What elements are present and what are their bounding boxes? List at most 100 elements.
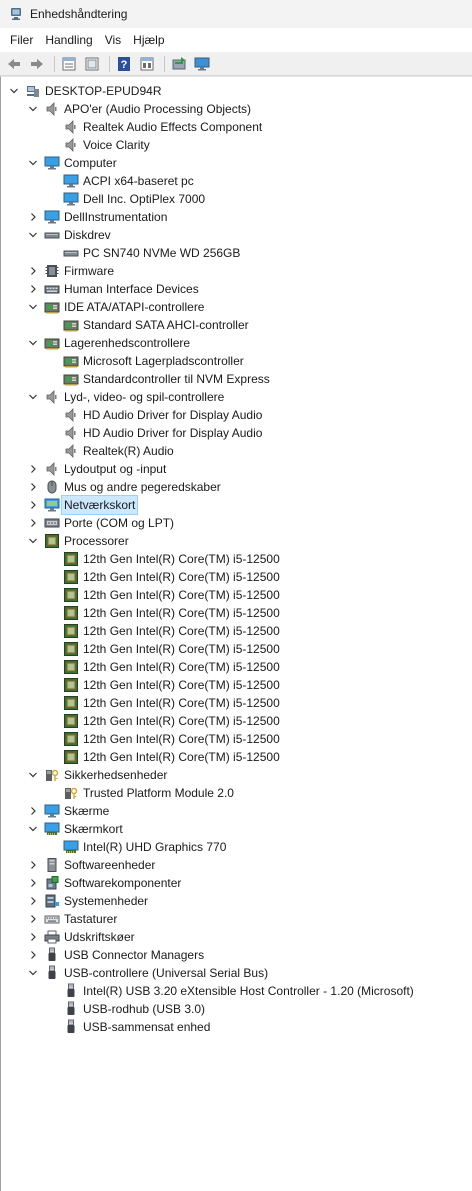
- chevron-down-icon[interactable]: [27, 100, 39, 118]
- tree-item-label: Dell Inc. OptiPlex 7000: [83, 192, 206, 206]
- tree-item[interactable]: Intel(R) UHD Graphics 770: [1, 838, 472, 856]
- tree-item[interactable]: PC SN740 NVMe WD 256GB: [1, 244, 472, 262]
- tree-item[interactable]: Systemenheder: [1, 892, 472, 910]
- tree-item[interactable]: Skærme: [1, 802, 472, 820]
- chevron-down-icon[interactable]: [27, 820, 39, 838]
- chevron-right-icon[interactable]: [27, 928, 39, 946]
- tree-item[interactable]: Sikkerhedsenheder: [1, 766, 472, 784]
- tree-item[interactable]: 12th Gen Intel(R) Core(TM) i5-12500: [1, 640, 472, 658]
- chevron-right-icon[interactable]: [27, 946, 39, 964]
- tree-item[interactable]: HD Audio Driver for Display Audio: [1, 424, 472, 442]
- tree-item[interactable]: Realtek Audio Effects Component: [1, 118, 472, 136]
- action-button[interactable]: [137, 54, 157, 74]
- tree-item[interactable]: Lagerenhedscontrollere: [1, 334, 472, 352]
- tree-item[interactable]: Porte (COM og LPT): [1, 514, 472, 532]
- tree-item-label: 12th Gen Intel(R) Core(TM) i5-12500: [83, 696, 280, 710]
- properties-icon: [62, 57, 76, 70]
- tree-item-label: Systemenheder: [64, 894, 149, 908]
- chevron-right-icon[interactable]: [27, 910, 39, 928]
- tree-item[interactable]: HD Audio Driver for Display Audio: [1, 406, 472, 424]
- menu-file[interactable]: Filer: [4, 28, 39, 52]
- tree-item[interactable]: DellInstrumentation: [1, 208, 472, 226]
- chevron-right-icon[interactable]: [27, 262, 39, 280]
- menu-view[interactable]: Vis: [99, 28, 127, 52]
- chevron-right-icon[interactable]: [27, 514, 39, 532]
- tree-item[interactable]: Diskdrev: [1, 226, 472, 244]
- menu-help[interactable]: Hjælp: [127, 28, 170, 52]
- toolbar-separator: [109, 55, 110, 72]
- tree-item[interactable]: 12th Gen Intel(R) Core(TM) i5-12500: [1, 658, 472, 676]
- tree-item[interactable]: 12th Gen Intel(R) Core(TM) i5-12500: [1, 694, 472, 712]
- chevron-down-icon[interactable]: [27, 334, 39, 352]
- chevron-right-icon[interactable]: [27, 892, 39, 910]
- chevron-right-icon[interactable]: [27, 280, 39, 298]
- tree-item[interactable]: 12th Gen Intel(R) Core(TM) i5-12500: [1, 622, 472, 640]
- tree-item[interactable]: 12th Gen Intel(R) Core(TM) i5-12500: [1, 748, 472, 766]
- chevron-down-icon[interactable]: [27, 766, 39, 784]
- chevron-right-icon[interactable]: [27, 460, 39, 478]
- tree-item[interactable]: 12th Gen Intel(R) Core(TM) i5-12500: [1, 586, 472, 604]
- back-button[interactable]: [4, 54, 24, 74]
- tree-item[interactable]: Softwareenheder: [1, 856, 472, 874]
- tree-item[interactable]: 12th Gen Intel(R) Core(TM) i5-12500: [1, 676, 472, 694]
- tree-item[interactable]: USB-rodhub (USB 3.0): [1, 1000, 472, 1018]
- tree-item[interactable]: 12th Gen Intel(R) Core(TM) i5-12500: [1, 712, 472, 730]
- tree-item[interactable]: Netværkskort: [1, 495, 472, 515]
- chevron-down-icon[interactable]: [8, 82, 20, 100]
- chevron-down-icon[interactable]: [27, 964, 39, 982]
- speaker-icon: [63, 443, 79, 459]
- chevron-right-icon[interactable]: [27, 874, 39, 892]
- tree-item[interactable]: APO'er (Audio Processing Objects): [1, 100, 472, 118]
- tree-item[interactable]: 12th Gen Intel(R) Core(TM) i5-12500: [1, 730, 472, 748]
- tree-item[interactable]: 12th Gen Intel(R) Core(TM) i5-12500: [1, 568, 472, 586]
- tree-item[interactable]: USB-sammensat enhed: [1, 1018, 472, 1036]
- chevron-down-icon[interactable]: [27, 154, 39, 172]
- tree-item[interactable]: USB-controllere (Universal Serial Bus): [1, 964, 472, 982]
- chevron-right-icon[interactable]: [27, 856, 39, 874]
- tree-item[interactable]: Lydoutput og -input: [1, 460, 472, 478]
- tree-item[interactable]: Softwarekomponenter: [1, 874, 472, 892]
- tree-item[interactable]: Voice Clarity: [1, 136, 472, 154]
- tree-item[interactable]: DESKTOP-EPUD94R: [1, 82, 472, 100]
- monitor-button[interactable]: [192, 54, 212, 74]
- forward-button[interactable]: [27, 54, 47, 74]
- tree-item[interactable]: Lyd-, video- og spil-controllere: [1, 388, 472, 406]
- device-tree[interactable]: DESKTOP-EPUD94R APO'er (Audio Processing …: [0, 76, 472, 1191]
- tree-item[interactable]: Standard SATA AHCI-controller: [1, 316, 472, 334]
- tree-item[interactable]: 12th Gen Intel(R) Core(TM) i5-12500: [1, 604, 472, 622]
- tree-item-label: Voice Clarity: [83, 138, 150, 152]
- tree-item[interactable]: Udskriftskøer: [1, 928, 472, 946]
- tree-item[interactable]: Standardcontroller til NVM Express: [1, 370, 472, 388]
- tree-item-label: Softwarekomponenter: [64, 876, 182, 890]
- tree-item-label: 12th Gen Intel(R) Core(TM) i5-12500: [83, 732, 280, 746]
- chevron-right-icon[interactable]: [27, 478, 39, 496]
- tree-item[interactable]: Tastaturer: [1, 910, 472, 928]
- help-button[interactable]: ?: [114, 54, 134, 74]
- tree-item[interactable]: Computer: [1, 154, 472, 172]
- tree-item[interactable]: IDE ATA/ATAPI-controllere: [1, 298, 472, 316]
- tree-item[interactable]: ACPI x64-baseret pc: [1, 172, 472, 190]
- tree-item[interactable]: Processorer: [1, 532, 472, 550]
- view-button[interactable]: [82, 54, 102, 74]
- chevron-right-icon[interactable]: [27, 496, 39, 514]
- tree-item[interactable]: Skærmkort: [1, 820, 472, 838]
- tree-item[interactable]: 12th Gen Intel(R) Core(TM) i5-12500: [1, 550, 472, 568]
- tree-item[interactable]: Realtek(R) Audio: [1, 442, 472, 460]
- chevron-right-icon[interactable]: [27, 208, 39, 226]
- scan-hardware-button[interactable]: [169, 54, 189, 74]
- tree-item[interactable]: Mus og andre pegeredskaber: [1, 478, 472, 496]
- tree-item[interactable]: Firmware: [1, 262, 472, 280]
- tree-item[interactable]: Trusted Platform Module 2.0: [1, 784, 472, 802]
- chevron-right-icon[interactable]: [27, 802, 39, 820]
- chevron-down-icon[interactable]: [27, 298, 39, 316]
- tree-item[interactable]: Intel(R) USB 3.20 eXtensible Host Contro…: [1, 982, 472, 1000]
- chevron-down-icon[interactable]: [27, 532, 39, 550]
- properties-button[interactable]: [59, 54, 79, 74]
- menu-action[interactable]: Handling: [39, 28, 98, 52]
- tree-item[interactable]: Dell Inc. OptiPlex 7000: [1, 190, 472, 208]
- tree-item[interactable]: USB Connector Managers: [1, 946, 472, 964]
- chevron-down-icon[interactable]: [27, 226, 39, 244]
- chevron-down-icon[interactable]: [27, 388, 39, 406]
- tree-item[interactable]: Human Interface Devices: [1, 280, 472, 298]
- tree-item[interactable]: Microsoft Lagerpladscontroller: [1, 352, 472, 370]
